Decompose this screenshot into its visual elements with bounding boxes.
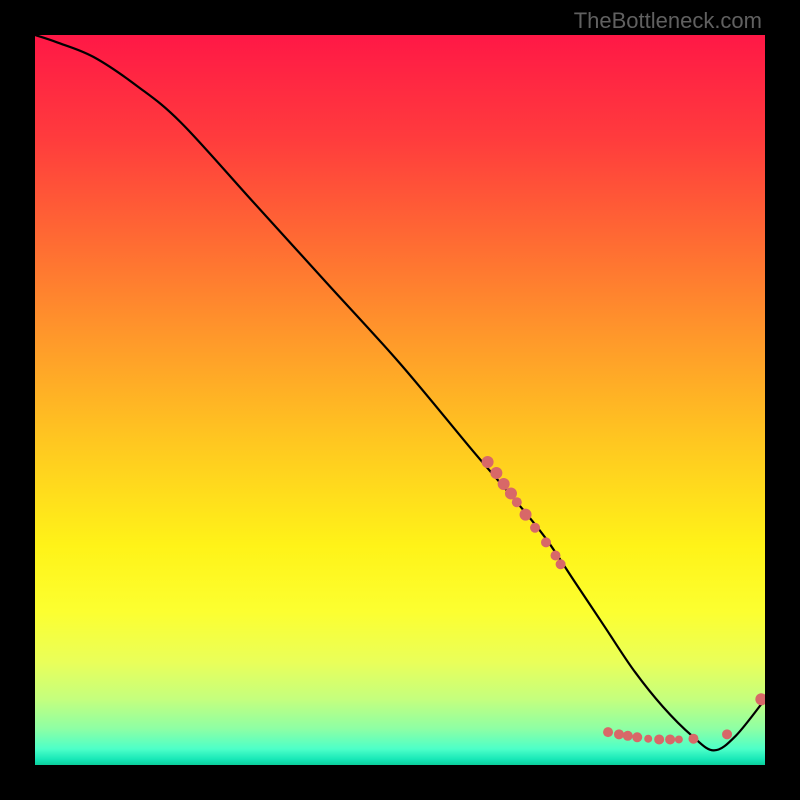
chart-marker <box>644 735 652 743</box>
chart-marker <box>550 550 560 560</box>
chart-marker <box>541 537 551 547</box>
chart-marker <box>614 729 624 739</box>
chart-marker <box>675 735 683 743</box>
chart-marker <box>490 467 502 479</box>
chart-marker <box>530 523 540 533</box>
chart-marker <box>632 732 642 742</box>
chart-plot-area <box>35 35 765 765</box>
chart-marker <box>603 727 613 737</box>
chart-marker <box>623 731 633 741</box>
chart-marker <box>520 509 532 521</box>
chart-background <box>35 35 765 765</box>
chart-marker <box>665 734 675 744</box>
chart-marker <box>498 478 510 490</box>
chart-marker <box>512 497 522 507</box>
chart-marker <box>556 559 566 569</box>
chart-marker <box>654 734 664 744</box>
chart-marker <box>482 456 494 468</box>
chart-marker <box>722 729 732 739</box>
chart-marker <box>688 734 698 744</box>
chart-svg <box>35 35 765 765</box>
attribution-text: TheBottleneck.com <box>574 8 762 34</box>
